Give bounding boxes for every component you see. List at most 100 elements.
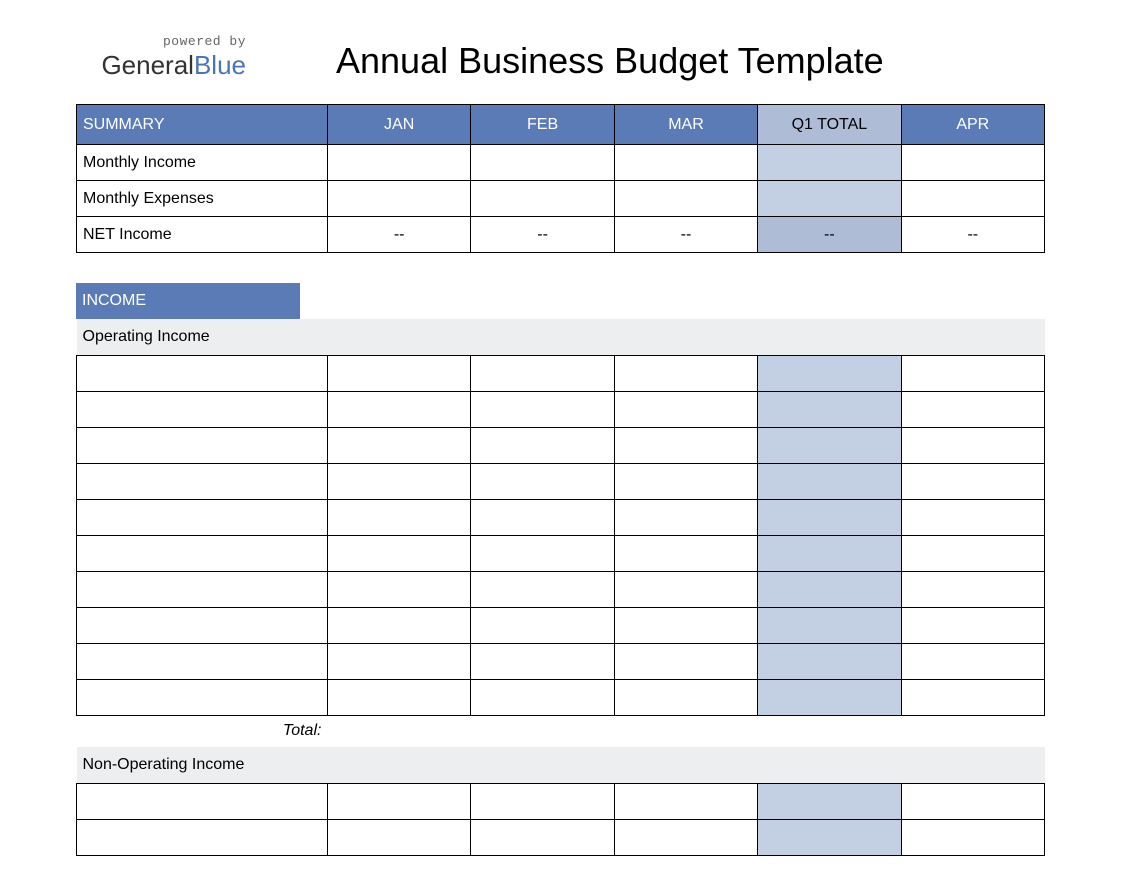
cell[interactable] (614, 355, 757, 391)
cell[interactable] (901, 571, 1044, 607)
cell[interactable] (901, 463, 1044, 499)
cell-q[interactable] (758, 463, 901, 499)
cell[interactable] (901, 783, 1044, 819)
cell[interactable] (327, 145, 470, 181)
cell[interactable] (327, 679, 470, 715)
cell-q[interactable] (758, 535, 901, 571)
cell[interactable] (614, 391, 757, 427)
cell-q[interactable] (758, 181, 901, 217)
cell-q[interactable] (758, 819, 901, 855)
cell[interactable] (614, 427, 757, 463)
cell[interactable] (77, 679, 328, 715)
cell[interactable] (327, 783, 470, 819)
cell[interactable] (471, 643, 614, 679)
cell[interactable] (614, 679, 757, 715)
cell[interactable] (471, 607, 614, 643)
cell[interactable] (614, 535, 757, 571)
table-row (77, 607, 1045, 643)
cell[interactable] (471, 783, 614, 819)
cell[interactable] (327, 499, 470, 535)
cell[interactable] (471, 355, 614, 391)
cell[interactable] (327, 427, 470, 463)
cell[interactable] (901, 535, 1044, 571)
cell[interactable] (77, 571, 328, 607)
logo-brand-a: General (101, 50, 194, 80)
header: powered by GeneralBlue Annual Business B… (76, 30, 1045, 82)
table-row (77, 391, 1045, 427)
cell-q[interactable] (758, 499, 901, 535)
cell-q[interactable] (758, 679, 901, 715)
cell[interactable] (77, 819, 328, 855)
non-operating-income-heading: Non-Operating Income (77, 747, 1045, 783)
cell[interactable] (901, 355, 1044, 391)
cell[interactable] (901, 643, 1044, 679)
cell[interactable] (901, 819, 1044, 855)
cell[interactable] (901, 145, 1044, 181)
cell[interactable] (901, 427, 1044, 463)
cell[interactable] (614, 783, 757, 819)
cell[interactable] (471, 181, 614, 217)
cell[interactable] (471, 145, 614, 181)
cell[interactable] (327, 535, 470, 571)
cell[interactable] (471, 499, 614, 535)
cell-q[interactable] (758, 643, 901, 679)
cell[interactable] (614, 643, 757, 679)
cell[interactable] (901, 181, 1044, 217)
cell[interactable] (77, 535, 328, 571)
cell[interactable] (614, 571, 757, 607)
cell[interactable] (471, 535, 614, 571)
cell-q[interactable] (758, 571, 901, 607)
col-mar: MAR (614, 105, 757, 145)
cell[interactable] (614, 819, 757, 855)
cell[interactable] (901, 499, 1044, 535)
summary-row-income: Monthly Income (77, 145, 1045, 181)
cell[interactable] (471, 819, 614, 855)
cell-q[interactable] (758, 145, 901, 181)
cell: -- (901, 217, 1044, 253)
cell[interactable] (327, 607, 470, 643)
cell[interactable] (614, 145, 757, 181)
cell[interactable] (327, 181, 470, 217)
cell[interactable] (471, 427, 614, 463)
cell[interactable] (77, 607, 328, 643)
cell[interactable] (77, 391, 328, 427)
table-row (77, 535, 1045, 571)
cell[interactable] (471, 679, 614, 715)
cell[interactable] (77, 427, 328, 463)
cell[interactable] (471, 391, 614, 427)
cell[interactable] (901, 679, 1044, 715)
cell-q[interactable] (758, 783, 901, 819)
page-title: Annual Business Budget Template (276, 30, 1045, 82)
cell-q[interactable] (758, 355, 901, 391)
cell: -- (471, 217, 614, 253)
cell[interactable] (471, 463, 614, 499)
cell[interactable] (901, 391, 1044, 427)
cell[interactable] (77, 499, 328, 535)
summary-row-net: NET Income -- -- -- -- -- (77, 217, 1045, 253)
cell[interactable] (327, 391, 470, 427)
cell[interactable] (327, 355, 470, 391)
cell[interactable] (327, 819, 470, 855)
cell-q[interactable] (758, 607, 901, 643)
cell[interactable] (614, 463, 757, 499)
cell[interactable] (901, 607, 1044, 643)
cell[interactable] (77, 463, 328, 499)
cell[interactable] (77, 783, 328, 819)
cell[interactable] (77, 643, 328, 679)
cell: -- (327, 217, 470, 253)
cell-q[interactable] (758, 427, 901, 463)
cell[interactable] (327, 571, 470, 607)
summary-table: SUMMARY JAN FEB MAR Q1 TOTAL APR Monthly… (76, 104, 1045, 253)
row-label: NET Income (77, 217, 328, 253)
logo-brand-b: Blue (194, 50, 246, 80)
cell[interactable] (471, 571, 614, 607)
cell[interactable] (614, 181, 757, 217)
cell[interactable] (614, 607, 757, 643)
cell[interactable] (327, 643, 470, 679)
cell-q[interactable] (758, 391, 901, 427)
cell[interactable] (327, 463, 470, 499)
col-apr: APR (901, 105, 1044, 145)
cell[interactable] (77, 355, 328, 391)
cell[interactable] (614, 499, 757, 535)
col-jan: JAN (327, 105, 470, 145)
